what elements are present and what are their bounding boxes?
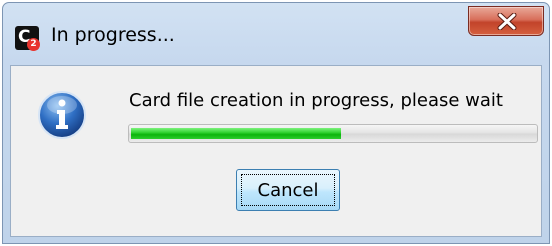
close-icon: [497, 13, 517, 30]
window-title: In progress...: [51, 24, 175, 46]
info-icon: [38, 91, 86, 139]
c2-app-icon: C 2: [15, 26, 40, 51]
cancel-button-label: Cancel: [241, 174, 335, 206]
cancel-button[interactable]: Cancel: [236, 169, 340, 211]
title-bar[interactable]: C 2 In progress...: [3, 3, 549, 63]
progress-bar: [128, 124, 538, 143]
status-message: Card file creation in progress, please w…: [129, 90, 503, 111]
progress-dialog-window: C 2 In progress... Card file creation in…: [2, 2, 550, 244]
progress-fill: [131, 128, 341, 139]
close-button[interactable]: [468, 6, 544, 36]
dialog-body: Card file creation in progress, please w…: [10, 65, 542, 237]
